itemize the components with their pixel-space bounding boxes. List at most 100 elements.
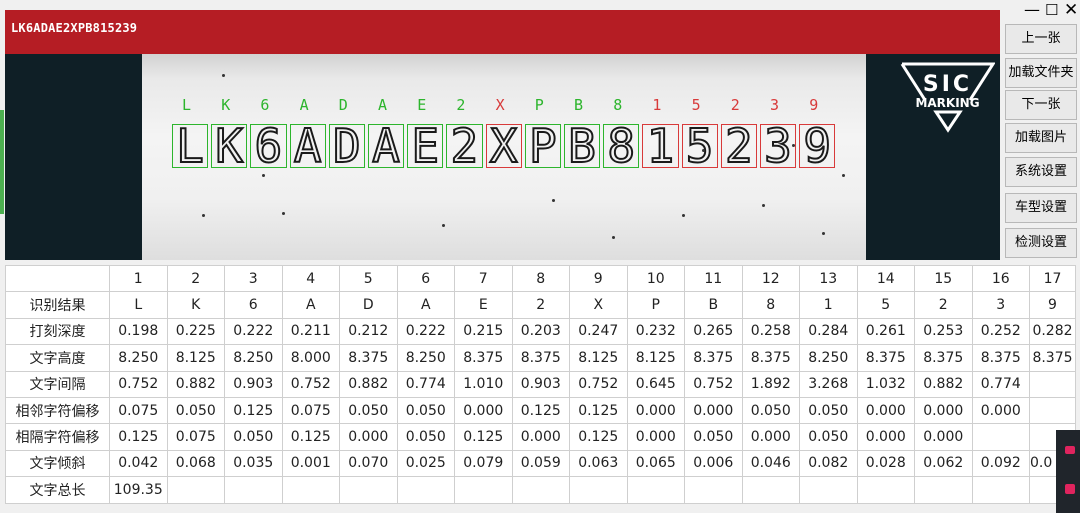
table-cell[interactable] <box>741 476 800 504</box>
load-image-button[interactable]: 加载图片 <box>1005 123 1077 153</box>
column-header[interactable]: 15 <box>914 264 973 293</box>
table-cell[interactable]: 0.075 <box>166 423 225 451</box>
column-header[interactable]: 10 <box>626 264 685 293</box>
table-cell[interactable]: 3.268 <box>799 370 858 398</box>
table-cell[interactable]: 0.050 <box>741 396 800 425</box>
table-cell[interactable]: 0.079 <box>454 449 513 478</box>
table-cell[interactable]: X <box>569 291 628 319</box>
table-cell[interactable]: 0.050 <box>224 423 283 451</box>
table-cell[interactable] <box>224 476 283 504</box>
close-icon[interactable]: ✕ <box>1064 0 1078 20</box>
table-cell[interactable]: 0.050 <box>339 396 398 425</box>
table-cell[interactable]: 0.000 <box>626 423 685 451</box>
table-cell[interactable]: 0.125 <box>511 396 570 425</box>
table-cell[interactable]: 8.125 <box>569 344 628 372</box>
table-cell[interactable]: 0.046 <box>741 449 800 478</box>
table-cell[interactable] <box>281 476 340 504</box>
table-cell[interactable]: 0.261 <box>856 317 915 346</box>
table-cell[interactable]: 0.903 <box>511 370 570 398</box>
table-cell[interactable]: A <box>281 291 340 319</box>
table-cell[interactable]: 0.882 <box>339 370 398 398</box>
inspection-settings-button[interactable]: 检测设置 <box>1005 228 1077 258</box>
table-cell[interactable] <box>454 476 513 504</box>
table-cell[interactable]: 0.203 <box>511 317 570 346</box>
minimize-icon[interactable]: — <box>1024 0 1040 19</box>
table-cell[interactable]: 0.000 <box>971 396 1030 425</box>
table-cell[interactable]: 0.903 <box>224 370 283 398</box>
table-cell[interactable] <box>799 476 858 504</box>
table-cell[interactable] <box>511 476 570 504</box>
table-cell[interactable]: 0.001 <box>281 449 340 478</box>
column-header[interactable]: 4 <box>281 264 340 293</box>
next-image-button[interactable]: 下一张 <box>1005 90 1077 120</box>
table-cell[interactable]: 5 <box>856 291 915 319</box>
table-cell[interactable]: 0.035 <box>224 449 283 478</box>
table-cell[interactable]: 0.000 <box>914 396 973 425</box>
table-cell[interactable]: 8.375 <box>741 344 800 372</box>
table-cell[interactable]: 0.125 <box>109 423 168 451</box>
table-cell[interactable]: 0.265 <box>684 317 743 346</box>
table-cell[interactable]: 0.125 <box>569 396 628 425</box>
table-cell[interactable]: 0.068 <box>166 449 225 478</box>
table-cell[interactable]: 0.050 <box>166 396 225 425</box>
table-cell[interactable]: 0.075 <box>281 396 340 425</box>
column-header[interactable]: 12 <box>741 264 800 293</box>
table-cell[interactable]: P <box>626 291 685 319</box>
column-header[interactable]: 5 <box>339 264 398 293</box>
table-cell[interactable]: 0.000 <box>684 396 743 425</box>
table-cell[interactable]: 0.070 <box>339 449 398 478</box>
table-cell[interactable]: 0.065 <box>626 449 685 478</box>
table-cell[interactable]: 8.375 <box>914 344 973 372</box>
table-cell[interactable]: 0.000 <box>511 423 570 451</box>
table-cell[interactable]: K <box>166 291 225 319</box>
table-cell[interactable]: 0.752 <box>109 370 168 398</box>
table-cell[interactable]: L <box>109 291 168 319</box>
table-cell[interactable]: 0.212 <box>339 317 398 346</box>
table-cell[interactable]: 8.125 <box>166 344 225 372</box>
table-cell[interactable]: 0.222 <box>224 317 283 346</box>
table-cell[interactable]: 0.247 <box>569 317 628 346</box>
app-icon[interactable] <box>1065 484 1075 494</box>
table-cell[interactable]: 0.215 <box>454 317 513 346</box>
table-cell[interactable] <box>971 476 1030 504</box>
table-cell[interactable]: 8.375 <box>856 344 915 372</box>
table-cell[interactable] <box>1029 396 1076 425</box>
table-cell[interactable] <box>856 476 915 504</box>
table-cell[interactable]: 0.282 <box>1029 317 1076 346</box>
column-header[interactable]: 3 <box>224 264 283 293</box>
table-cell[interactable]: 8.375 <box>684 344 743 372</box>
column-header[interactable]: 7 <box>454 264 513 293</box>
table-cell[interactable]: 0.125 <box>224 396 283 425</box>
folder-icon[interactable] <box>1065 446 1075 454</box>
table-cell[interactable]: 0.774 <box>396 370 455 398</box>
table-cell[interactable]: B <box>684 291 743 319</box>
table-cell[interactable]: 0.000 <box>856 423 915 451</box>
table-cell[interactable]: 0.125 <box>281 423 340 451</box>
table-cell[interactable]: 0.645 <box>626 370 685 398</box>
table-cell[interactable]: 0.062 <box>914 449 973 478</box>
column-header[interactable]: 13 <box>799 264 858 293</box>
table-cell[interactable]: 8.375 <box>454 344 513 372</box>
table-cell[interactable] <box>339 476 398 504</box>
column-header[interactable]: 8 <box>511 264 570 293</box>
table-cell[interactable]: 8.250 <box>799 344 858 372</box>
table-cell[interactable]: E <box>454 291 513 319</box>
table-cell[interactable]: 0.752 <box>569 370 628 398</box>
table-cell[interactable]: 0.752 <box>684 370 743 398</box>
table-cell[interactable]: 0.882 <box>166 370 225 398</box>
column-header[interactable]: 9 <box>569 264 628 293</box>
table-cell[interactable]: 0.025 <box>396 449 455 478</box>
system-settings-button[interactable]: 系统设置 <box>1005 157 1077 187</box>
table-cell[interactable]: 0.225 <box>166 317 225 346</box>
table-cell[interactable]: A <box>396 291 455 319</box>
table-cell[interactable]: 0.125 <box>454 423 513 451</box>
column-header[interactable]: 6 <box>396 264 455 293</box>
table-cell[interactable]: 8 <box>741 291 800 319</box>
table-cell[interactable]: 0.042 <box>109 449 168 478</box>
table-cell[interactable]: 8.375 <box>971 344 1030 372</box>
table-cell[interactable]: 0.050 <box>396 396 455 425</box>
table-cell[interactable]: 0.232 <box>626 317 685 346</box>
table-cell[interactable]: 0.000 <box>339 423 398 451</box>
table-cell[interactable]: 0.752 <box>281 370 340 398</box>
column-header[interactable]: 1 <box>109 264 168 293</box>
